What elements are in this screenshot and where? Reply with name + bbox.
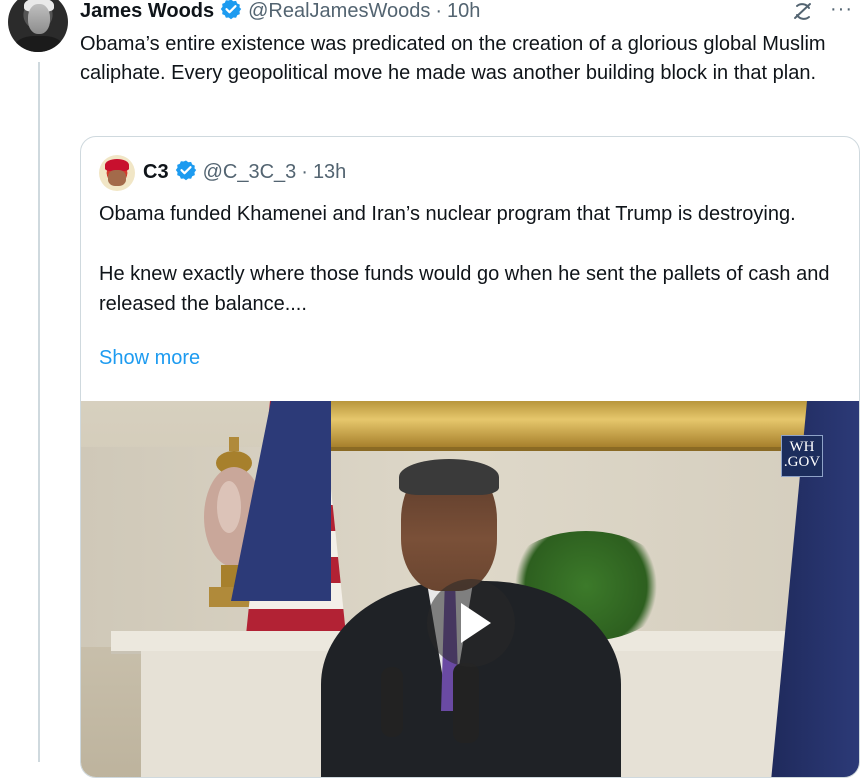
play-button-icon[interactable] xyxy=(427,579,515,667)
author-name[interactable]: James Woods xyxy=(80,0,214,23)
quoted-author-avatar[interactable] xyxy=(99,155,135,191)
tweet-header: James Woods @RealJamesWoods · 10h xyxy=(80,0,480,25)
video-thumbnail[interactable]: WH .GOV xyxy=(81,401,859,777)
quoted-tweet-header: C3 @C_3C_3 · 13h xyxy=(143,159,346,186)
microphone-image xyxy=(453,663,479,743)
more-options-icon[interactable]: ··· xyxy=(830,0,853,21)
quoted-author-handle[interactable]: @C_3C_3 xyxy=(203,161,297,184)
quoted-tweet-card[interactable]: C3 @C_3C_3 · 13h Obama funded Khamenei a… xyxy=(80,136,860,778)
author-handle[interactable]: @RealJamesWoods xyxy=(248,0,430,23)
author-avatar[interactable] xyxy=(8,0,68,52)
quoted-paragraph-1: Obama funded Khamenei and Iran’s nuclear… xyxy=(99,203,796,225)
wh-gov-watermark: WH .GOV xyxy=(781,435,823,477)
show-more-link[interactable]: Show more xyxy=(99,347,200,370)
quoted-author-name[interactable]: C3 xyxy=(143,161,169,184)
quoted-tweet-timestamp[interactable]: 13h xyxy=(313,161,346,184)
separator-dot: · xyxy=(435,0,443,22)
grok-icon[interactable] xyxy=(790,0,816,24)
tweet-timestamp[interactable]: 10h xyxy=(447,0,480,23)
microphone-image xyxy=(381,667,403,737)
quoted-paragraph-2: He knew exactly where those funds would … xyxy=(99,263,830,315)
quoted-tweet-text: Obama funded Khamenei and Iran’s nuclear… xyxy=(99,199,839,319)
verified-badge-icon xyxy=(220,0,242,25)
separator-dot: · xyxy=(301,161,308,183)
thread-connector xyxy=(38,62,40,762)
tweet-text: Obama’s entire existence was predicated … xyxy=(80,33,826,84)
verified-badge-icon xyxy=(175,159,197,186)
gold-frame xyxy=(306,401,846,451)
